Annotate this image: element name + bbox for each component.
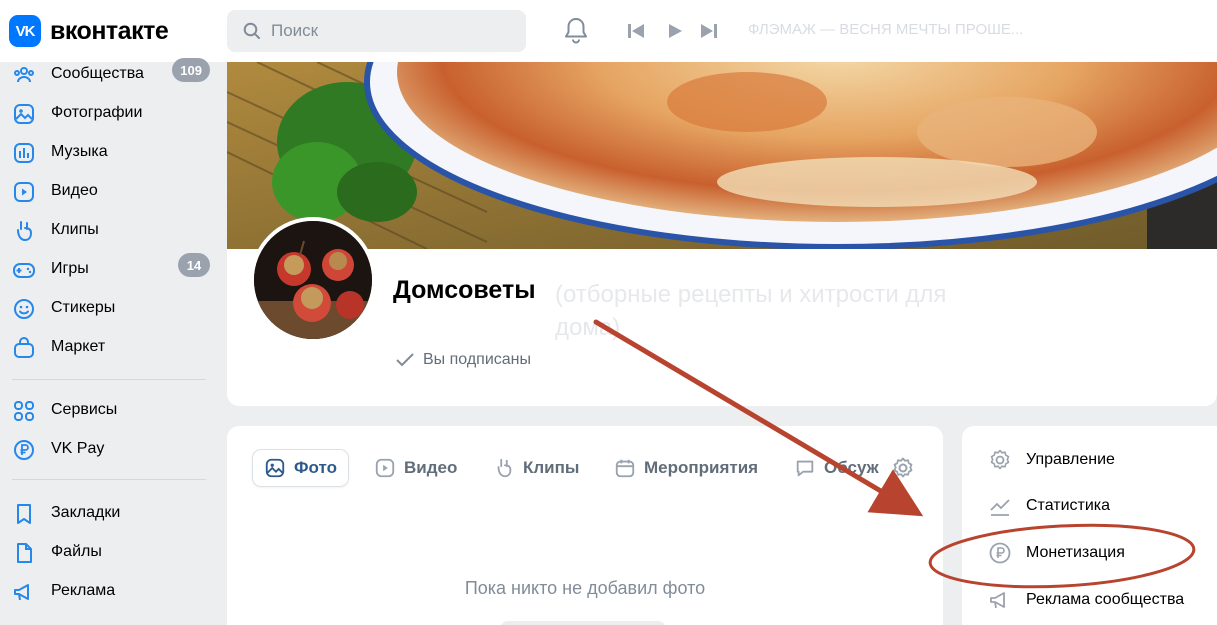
sidebar-item-clips[interactable]: Клипы	[0, 212, 222, 248]
chart-icon	[990, 499, 1010, 516]
sidebar-item-photos[interactable]: Фотографии	[0, 95, 222, 131]
group-cover-image	[227, 62, 1217, 249]
group-title-overflow: (отборные рецепты и хитрости для дома)	[555, 281, 947, 341]
bell-icon[interactable]	[563, 16, 589, 44]
next-track-icon[interactable]	[700, 23, 718, 39]
sidebar-item-services[interactable]: Сервисы	[0, 392, 222, 428]
tab-events[interactable]: Мероприятия	[603, 450, 769, 486]
empty-state-text: Пока никто не добавил фото	[464, 578, 706, 598]
sidebar-item-label: Клипы	[51, 221, 99, 238]
sidebar-item-games[interactable]: Игры 14	[0, 251, 222, 287]
communities-count-badge: 109	[172, 58, 210, 82]
sidebar-item-bookmarks[interactable]: Закладки	[0, 495, 222, 531]
files-icon	[17, 543, 32, 563]
menu-item-group-ads[interactable]: Реклама сообщества	[988, 585, 1184, 615]
photo-icon	[265, 458, 285, 478]
sidebar-item-ads[interactable]: Реклама	[0, 573, 222, 609]
media-block: Фото Видео Клипы Мероприятия Обсуж Пока …	[227, 426, 943, 625]
menu-item-label: Статистика	[1026, 497, 1111, 514]
tab-video[interactable]: Видео	[363, 450, 468, 486]
tab-label: Клипы	[523, 458, 580, 477]
menu-item-monetization[interactable]: Монетизация	[988, 538, 1125, 568]
check-icon	[396, 353, 414, 367]
tab-clips[interactable]: Клипы	[482, 450, 590, 486]
group-title: Домсоветы	[393, 276, 536, 304]
clips-icon	[17, 221, 33, 242]
sidebar-item-communities[interactable]: Сообщества 109	[0, 56, 222, 92]
clips-tab-icon	[497, 458, 512, 478]
tab-label: Видео	[404, 458, 458, 477]
sidebar-item-label: Сервисы	[51, 401, 118, 418]
sidebar-item-label: Сообщества	[51, 65, 144, 82]
communities-icon	[14, 67, 34, 83]
vkpay-icon	[14, 440, 34, 460]
group-header-card: Домсоветы (отборные рецепты и хитрости д…	[227, 62, 1217, 406]
video-icon	[14, 182, 34, 202]
games-icon	[13, 263, 35, 278]
menu-item-statistics[interactable]: Статистика	[988, 491, 1110, 521]
settings-gear-icon[interactable]	[891, 456, 915, 480]
bookmarks-icon	[17, 504, 31, 524]
menu-item-label: Монетизация	[1026, 544, 1125, 561]
sidebar-item-label: Музыка	[51, 143, 108, 160]
sidebar-item-label: Маркет	[51, 338, 106, 355]
menu-item-management[interactable]: Управление	[988, 445, 1115, 475]
tab-discussions[interactable]: Обсуж	[783, 450, 879, 486]
sidebar-item-label: Файлы	[51, 543, 102, 560]
vk-logo[interactable]: VK вконтакте	[9, 15, 169, 47]
sidebar-item-label: VK Pay	[51, 440, 105, 457]
tab-label: Фото	[294, 458, 337, 477]
add-photo-button[interactable]	[500, 621, 666, 625]
sidebar-divider	[12, 379, 206, 380]
sidebar-item-stickers[interactable]: Стикеры	[0, 290, 222, 326]
ads-icon	[14, 584, 29, 601]
subscription-status-label: Вы подписаны	[423, 351, 531, 368]
sidebar-item-video[interactable]: Видео	[0, 173, 222, 209]
sidebar-item-label: Закладки	[51, 504, 121, 521]
previous-track-icon[interactable]	[627, 23, 645, 39]
tab-label: Мероприятия	[644, 458, 759, 477]
tab-photos[interactable]: Фото	[253, 450, 348, 486]
play-icon[interactable]	[667, 23, 683, 39]
subscription-status[interactable]: Вы подписаны	[395, 351, 531, 369]
tab-label: Обсуж	[824, 458, 879, 477]
photos-icon	[14, 104, 34, 124]
sidebar-item-market[interactable]: Маркет	[0, 329, 222, 365]
video-tab-icon	[375, 458, 395, 478]
menu-item-label: Реклама сообщества	[1026, 591, 1185, 608]
sidebar-item-label: Фотографии	[51, 104, 143, 121]
admin-menu-card: Управление Статистика Монетизация Реклам…	[962, 426, 1217, 625]
gear-icon	[990, 449, 1010, 470]
sidebar-item-label: Видео	[51, 182, 98, 199]
now-playing-track[interactable]: ФЛЭМАЖ — ВЕСНЯ МЕЧТЫ ПРОШЕ...	[748, 21, 1023, 38]
sidebar-item-label: Игры	[51, 260, 89, 277]
ruble-icon	[989, 542, 1011, 564]
search-placeholder: Поиск	[271, 21, 319, 40]
sidebar-item-files[interactable]: Файлы	[0, 534, 222, 570]
calendar-icon	[615, 459, 635, 478]
comment-icon	[796, 460, 814, 477]
market-icon	[14, 337, 34, 358]
search-input[interactable]: Поиск	[227, 10, 526, 52]
music-icon	[14, 143, 34, 163]
sidebar-item-label: Реклама	[51, 582, 116, 599]
services-icon	[14, 401, 34, 421]
sidebar-item-vkpay[interactable]: VK Pay	[0, 431, 222, 467]
stickers-icon	[14, 299, 34, 319]
sidebar-item-music[interactable]: Музыка	[0, 134, 222, 170]
sidebar-item-label: Стикеры	[51, 299, 116, 316]
vk-logo-icon: VK	[9, 15, 41, 47]
vk-logo-text: вконтакте	[50, 16, 169, 45]
search-icon	[243, 22, 260, 39]
menu-item-label: Управление	[1026, 451, 1115, 468]
games-count-badge: 14	[178, 253, 210, 277]
sidebar-divider	[12, 479, 206, 480]
group-avatar[interactable]	[250, 217, 376, 343]
top-header: VK вконтакте Поиск ФЛЭМАЖ — ВЕСНЯ МЕЧТЫ …	[0, 0, 1217, 62]
megaphone-icon	[990, 592, 1005, 609]
